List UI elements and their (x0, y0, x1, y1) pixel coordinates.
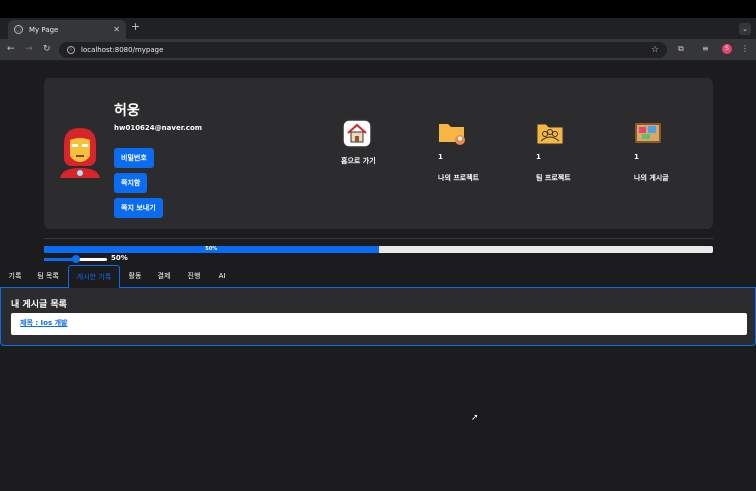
iron-man-avatar-icon (60, 128, 100, 178)
posts-panel-title: 내 게시글 목록 (11, 300, 67, 310)
team-folder-icon (536, 123, 564, 145)
new-tab-button[interactable]: + (131, 20, 140, 33)
tab-payment[interactable]: 결제 (152, 265, 176, 288)
close-tab-icon[interactable]: ✕ (113, 25, 120, 34)
team-projects-label: 팀 프로젝트 (536, 174, 571, 182)
more-menu-icon[interactable]: ⋮ (741, 44, 749, 53)
folder-user-icon (439, 124, 465, 145)
section-divider (44, 238, 713, 239)
bulletin-board-icon (635, 123, 661, 143)
profile-avatar[interactable]: S (722, 44, 732, 54)
send-message-button[interactable]: 쪽지 보내기 (114, 198, 163, 218)
team-projects-count: 1 (536, 153, 541, 161)
tab-records[interactable]: 기록 (3, 265, 27, 288)
browser-toolbar: ← → ↻ i localhost:8080/mypage ☆ ⧉ ≡ ⋮ (0, 39, 756, 61)
url-text: localhost:8080/mypage (81, 46, 164, 54)
tab-title: My Page (29, 25, 59, 34)
page-content: 허웅 hw010624@naver.com 비밀번호 쪽지함 쪽지 보내기 홈으… (0, 62, 756, 491)
mouse-cursor-icon: ➚ (471, 413, 479, 423)
my-posts-label: 나의 게시글 (634, 174, 669, 182)
tab-activity[interactable]: 활동 (124, 265, 146, 288)
home-link[interactable]: 홈으로 가기 (341, 156, 376, 166)
window-top-bar (0, 0, 756, 18)
profile-card: 허웅 hw010624@naver.com 비밀번호 쪽지함 쪽지 보내기 홈으… (44, 78, 713, 229)
my-projects-label: 나의 프로젝트 (438, 174, 480, 182)
my-projects-stat[interactable]: 1 나의 프로젝트 (438, 120, 479, 183)
slider-track-fill (44, 258, 76, 261)
tab-search-icon[interactable]: ⌄ (739, 23, 751, 35)
slider-thumb[interactable] (71, 255, 80, 263)
team-projects-stat[interactable]: 1 팀 프로젝트 (536, 120, 571, 183)
posts-panel: 내 게시글 목록 제목 : Ios 개발 (0, 288, 756, 346)
progress-bar: 50% (44, 246, 713, 253)
my-posts-count: 1 (634, 153, 639, 161)
bookmark-star-icon[interactable]: ☆ (651, 45, 659, 55)
my-projects-count: 1 (438, 153, 443, 161)
slider-value: 50% (111, 254, 128, 262)
content-tabs: 기록 팀 목록 게시한 기록 활동 결제 진행 AI (0, 265, 756, 289)
inbox-button[interactable]: 쪽지함 (114, 173, 148, 193)
my-posts-stat[interactable]: 1 나의 게시글 (634, 120, 669, 183)
user-name: 허웅 (114, 103, 140, 119)
address-bar[interactable]: i localhost:8080/mypage ☆ (59, 42, 667, 58)
site-info-icon[interactable]: i (67, 46, 75, 54)
back-icon[interactable]: ← (7, 44, 15, 54)
browser-tab-strip: ◌ My Page ✕ (0, 18, 756, 39)
progress-slider[interactable] (44, 255, 107, 263)
user-email: hw010624@naver.com (114, 124, 203, 132)
password-button[interactable]: 비밀번호 (114, 148, 154, 168)
media-controls-icon[interactable]: ≡ (702, 44, 709, 53)
reload-icon[interactable]: ↻ (43, 44, 51, 54)
home-icon[interactable] (342, 119, 372, 148)
progress-fill: 50% (44, 246, 379, 253)
tab-ai[interactable]: AI (214, 265, 230, 288)
tab-posted-records[interactable]: 게시한 기록 (68, 265, 120, 289)
tab-progress[interactable]: 진행 (182, 265, 206, 288)
globe-icon: ◌ (14, 25, 23, 34)
list-item: 제목 : Ios 개발 (11, 313, 747, 335)
extensions-icon[interactable]: ⧉ (678, 44, 684, 54)
browser-tab[interactable]: ◌ My Page ✕ (8, 20, 126, 39)
post-link[interactable]: 제목 : Ios 개발 (20, 318, 67, 328)
forward-icon[interactable]: → (25, 44, 33, 54)
tab-team-list[interactable]: 팀 목록 (31, 265, 65, 288)
